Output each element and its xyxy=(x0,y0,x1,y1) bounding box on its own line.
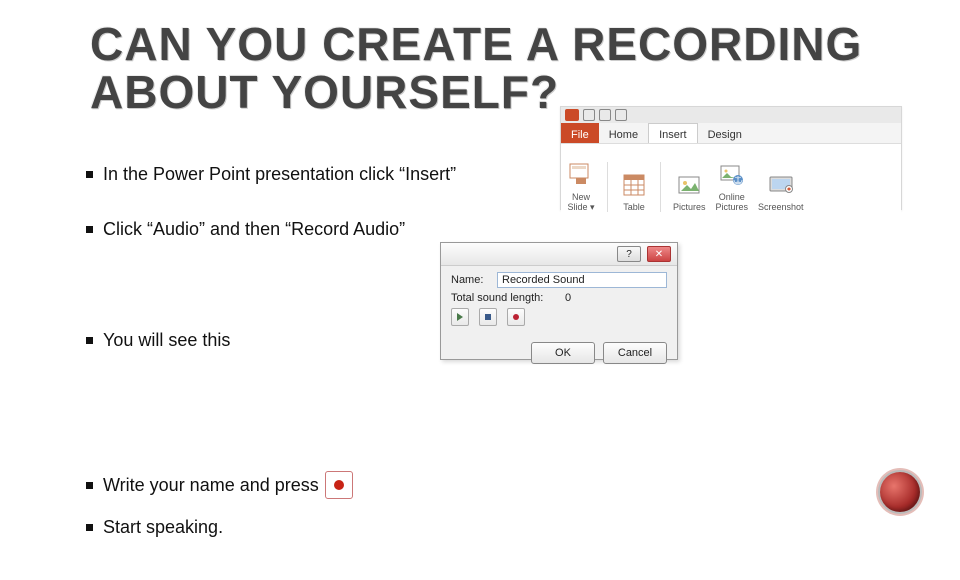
bullet-marker xyxy=(86,337,93,344)
powerpoint-icon xyxy=(565,109,579,121)
tab-home[interactable]: Home xyxy=(599,123,648,143)
length-value: 0 xyxy=(565,292,571,304)
bullet-4: Write your name and press xyxy=(86,471,786,499)
slide-title: CAN YOU CREATE A RECORDING ABOUT YOURSEL… xyxy=(90,20,960,117)
decorative-sphere xyxy=(880,472,920,512)
bullet-marker xyxy=(86,524,93,531)
tab-file[interactable]: File xyxy=(561,123,599,143)
help-icon[interactable]: ? xyxy=(617,246,641,262)
tab-design[interactable]: Design xyxy=(698,123,752,143)
bullet-2: Click “Audio” and then “Record Audio” xyxy=(86,219,786,240)
cmd-label: OnlinePictures xyxy=(716,193,749,212)
ok-button[interactable]: OK xyxy=(531,342,595,364)
bullet-list: In the Power Point presentation click “I… xyxy=(86,164,786,580)
record-icon[interactable] xyxy=(507,308,525,326)
bullet-marker xyxy=(86,482,93,489)
play-icon[interactable] xyxy=(451,308,469,326)
table-icon xyxy=(620,169,648,201)
name-input[interactable]: Recorded Sound xyxy=(497,272,667,288)
cmd-online-pictures[interactable]: OnlinePictures xyxy=(716,159,749,212)
bullet-text: In the Power Point presentation click “I… xyxy=(103,164,456,185)
cmd-label: Pictures xyxy=(673,203,706,212)
bullet-text: Click “Audio” and then “Record Audio” xyxy=(103,219,405,240)
name-row: Name: Recorded Sound xyxy=(451,272,667,288)
undo-icon xyxy=(599,109,611,121)
screenshot-icon xyxy=(767,169,795,201)
cmd-table[interactable]: Table xyxy=(620,169,648,212)
dialog-titlebar: ? ✕ xyxy=(441,243,677,266)
bullet-text: You will see this xyxy=(103,330,230,351)
bullet-5: Start speaking. xyxy=(86,517,786,538)
new-slide-icon xyxy=(567,159,595,191)
bullet-text: Write your name and press xyxy=(103,475,319,496)
cmd-new-slide[interactable]: NewSlide ▾ xyxy=(567,159,595,212)
ribbon-commands: NewSlide ▾ Table Pictures OnlinePictures xyxy=(561,143,901,214)
cmd-label: NewSlide ▾ xyxy=(567,193,594,212)
stop-icon[interactable] xyxy=(479,308,497,326)
record-sound-dialog: ? ✕ Name: Recorded Sound Total sound len… xyxy=(440,242,678,360)
ribbon-tabs: File Home Insert Design xyxy=(561,123,901,143)
cmd-label: Screenshot xyxy=(758,203,804,212)
length-label: Total sound length: xyxy=(451,292,559,304)
dialog-body: Name: Recorded Sound Total sound length:… xyxy=(441,266,677,336)
bullet-marker xyxy=(86,226,93,233)
powerpoint-ribbon: File Home Insert Design NewSlide ▾ Table… xyxy=(560,106,902,210)
cancel-button[interactable]: Cancel xyxy=(603,342,667,364)
bullet-text: Start speaking. xyxy=(103,517,223,538)
online-pictures-icon xyxy=(718,159,746,191)
close-icon[interactable]: ✕ xyxy=(647,246,671,262)
save-icon xyxy=(583,109,595,121)
bullet-3: You will see this xyxy=(86,330,786,351)
name-label: Name: xyxy=(451,274,491,286)
cmd-pictures[interactable]: Pictures xyxy=(673,169,706,212)
pictures-icon xyxy=(675,169,703,201)
dialog-buttons: OK Cancel xyxy=(441,336,677,372)
ribbon-titlebar xyxy=(561,107,901,123)
controls-row xyxy=(451,308,667,326)
bullet-marker xyxy=(86,171,93,178)
record-button-icon xyxy=(325,471,353,499)
cmd-screenshot[interactable]: Screenshot xyxy=(758,169,804,212)
redo-icon xyxy=(615,109,627,121)
cmd-label: Table xyxy=(623,203,645,212)
tab-insert[interactable]: Insert xyxy=(648,123,698,143)
length-row: Total sound length: 0 xyxy=(451,292,667,304)
